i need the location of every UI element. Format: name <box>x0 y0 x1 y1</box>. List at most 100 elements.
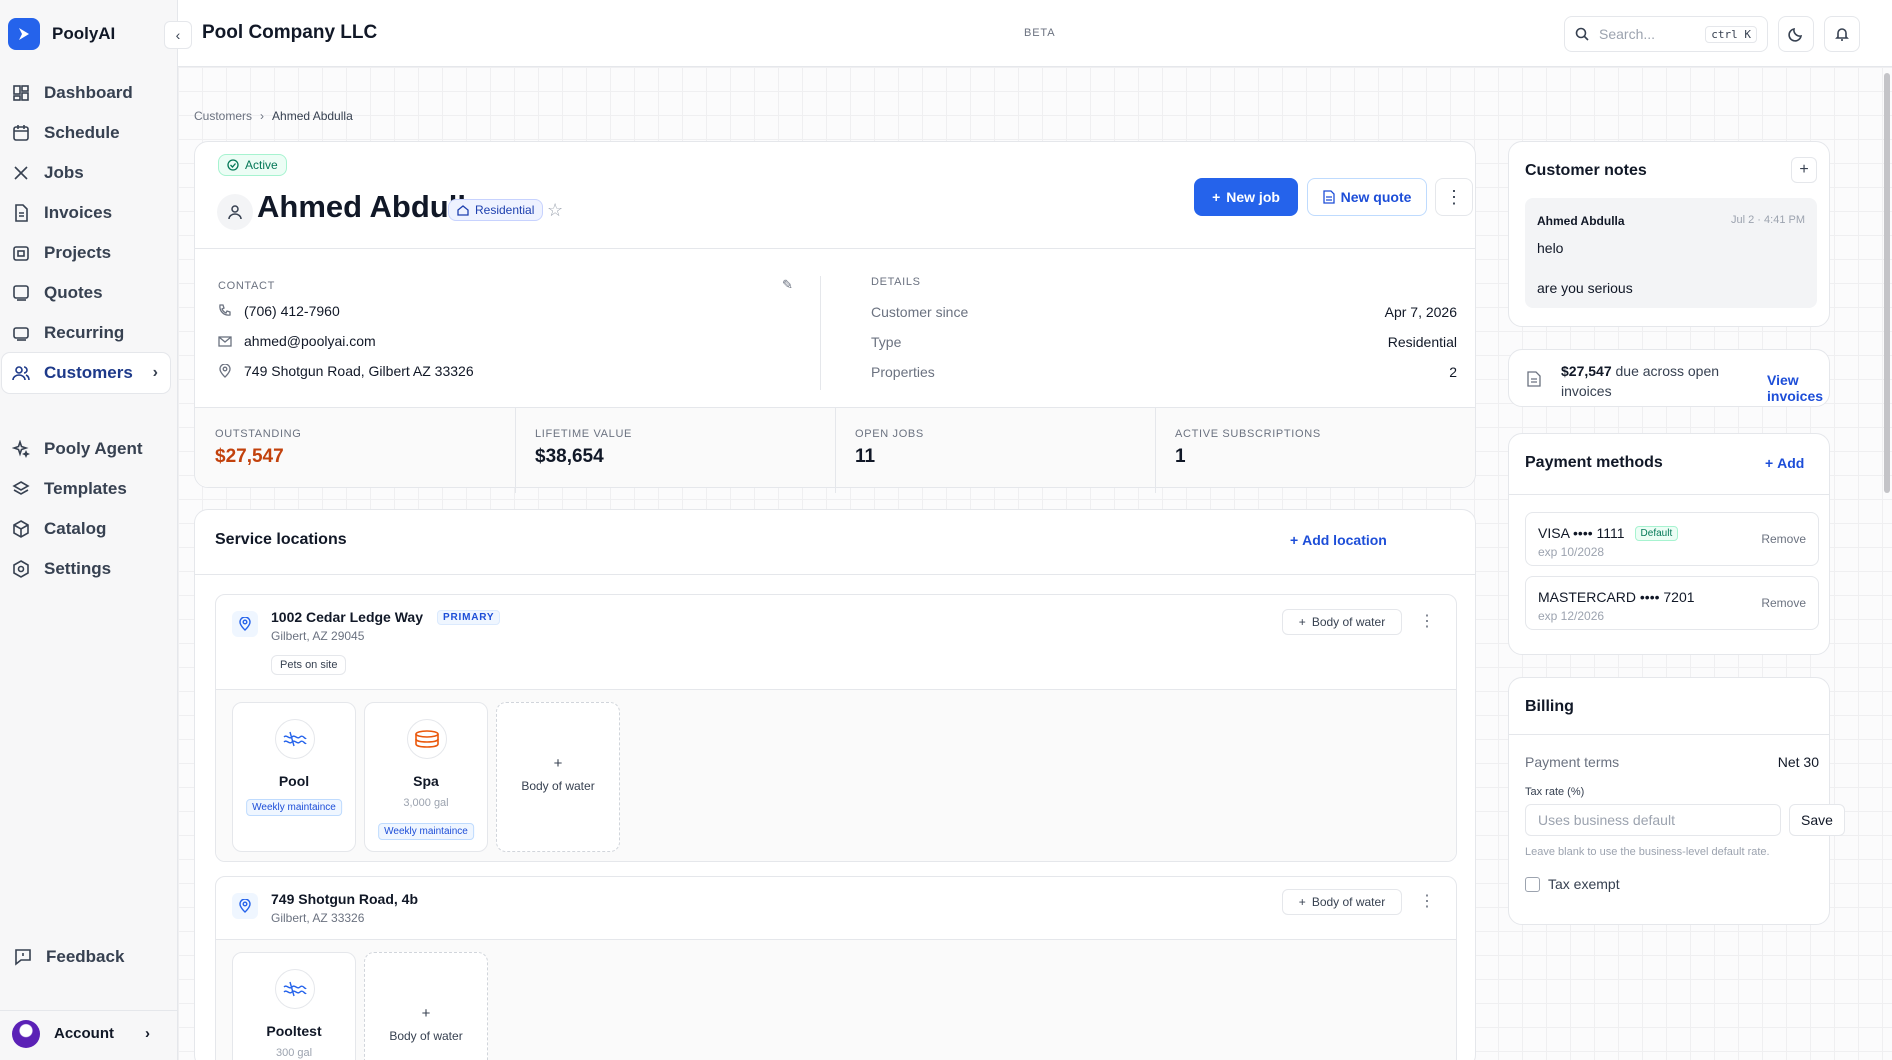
top-bar: ‹ Pool Company LLC BETA Search... ctrl K <box>164 0 1892 67</box>
add-payment-method-button[interactable]: + Add <box>1765 455 1804 471</box>
sidebar-item-label: Catalog <box>44 519 107 538</box>
payment-terms-value[interactable]: Net 30 <box>1778 754 1819 770</box>
sidebar-item-customers[interactable]: Customers › <box>2 353 170 393</box>
phone-value[interactable]: (706) 412-7960 <box>244 303 340 319</box>
edit-contact-icon[interactable]: ✎ <box>782 277 793 293</box>
spa-icon <box>407 719 447 759</box>
account-menu[interactable]: Account › <box>0 1010 178 1050</box>
view-invoices-link[interactable]: View invoices <box>1767 372 1829 404</box>
quotes-icon <box>13 285 29 301</box>
add-water-label: Body of water <box>521 779 595 793</box>
water-card-pooltest[interactable]: Pooltest 300 gal <box>232 952 356 1060</box>
breadcrumb: Customers › Ahmed Abdulla <box>194 109 353 123</box>
add-body-of-water-button[interactable]: + Body of water <box>1282 609 1402 635</box>
stat-label: LIFETIME VALUE <box>535 428 633 440</box>
remove-card-button[interactable]: Remove <box>1761 532 1806 546</box>
tax-exempt-checkbox[interactable]: Tax exempt <box>1525 876 1620 892</box>
stat-active-subscriptions: ACTIVE SUBSCRIPTIONS 1 <box>1155 408 1476 493</box>
more-vertical-icon[interactable]: ⋮ <box>1419 891 1435 911</box>
payment-methods-card: Payment methods + Add VISA •••• 1111 Defa… <box>1508 433 1830 655</box>
sidebar-item-quotes[interactable]: Quotes <box>2 273 170 313</box>
pool-icon <box>275 719 315 759</box>
sidebar-item-catalog[interactable]: Catalog <box>2 509 170 549</box>
new-quote-button[interactable]: New quote <box>1307 178 1427 216</box>
calendar-icon <box>13 125 29 141</box>
sidebar-item-feedback[interactable]: Feedback <box>4 937 124 977</box>
new-quote-label: New quote <box>1340 189 1412 205</box>
water-list: Pool Weekly maintaince Spa 3,000 gal Wee… <box>216 690 1456 861</box>
location-card: 1002 Cedar Ledge Way PRIMARY Gilbert, AZ… <box>215 594 1457 862</box>
stat-lifetime-value: LIFETIME VALUE $38,654 <box>515 408 836 493</box>
favorite-star-icon[interactable]: ☆ <box>547 200 563 221</box>
save-tax-button[interactable]: Save <box>1789 804 1845 836</box>
breadcrumb-parent[interactable]: Customers <box>194 109 252 123</box>
detail-properties: Properties 2 <box>871 364 1457 380</box>
sidebar-item-settings[interactable]: Settings <box>2 549 170 589</box>
sidebar-item-label: Dashboard <box>44 83 133 102</box>
water-card-spa[interactable]: Spa 3,000 gal Weekly maintaince <box>364 702 488 852</box>
customer-type-badge: Residential <box>448 199 544 221</box>
water-card-pool[interactable]: Pool Weekly maintaince <box>232 702 356 852</box>
sidebar-item-label: Settings <box>44 559 112 578</box>
add-location-button[interactable]: + Add location <box>1290 532 1387 548</box>
plus-icon: + <box>421 1005 431 1022</box>
feedback-icon <box>15 949 31 966</box>
sidebar-item-projects[interactable]: Projects <box>2 233 170 273</box>
more-actions-button[interactable]: ⋮ <box>1435 178 1473 216</box>
location-card: 749 Shotgun Road, 4b Gilbert, AZ 33326 +… <box>215 876 1457 1060</box>
collapse-sidebar-button[interactable]: ‹ <box>164 21 192 49</box>
search-input[interactable]: Search... ctrl K <box>1564 16 1768 52</box>
card-expiry: exp 12/2026 <box>1538 609 1605 623</box>
email-value[interactable]: ahmed@poolyai.com <box>244 333 376 349</box>
search-shortcut: ctrl K <box>1705 25 1757 43</box>
sidebar-item-jobs[interactable]: Jobs <box>2 153 170 193</box>
invoice-icon <box>15 204 28 222</box>
add-body-of-water-button[interactable]: + Body of water <box>1282 889 1402 915</box>
water-name: Pooltest <box>266 1023 322 1039</box>
detail-customer-since: Customer since Apr 7, 2026 <box>871 304 1457 320</box>
stat-value: $38,654 <box>535 446 604 467</box>
sidebar-nav: Dashboard Schedule Jobs Invoices Project… <box>0 73 178 589</box>
location-address: 1002 Cedar Ledge Way <box>271 609 423 625</box>
add-body-of-water-tile[interactable]: + Body of water <box>496 702 620 852</box>
add-body-of-water-tile[interactable]: + Body of water <box>364 952 488 1060</box>
payment-terms-row: Payment terms Net 30 <box>1525 754 1819 770</box>
sidebar-item-templates[interactable]: Templates <box>2 469 170 509</box>
sidebar-item-pooly-agent[interactable]: Pooly Agent <box>2 429 170 469</box>
brand[interactable]: PoolyAI <box>8 18 115 50</box>
note-author: Ahmed Abdulla <box>1537 214 1625 228</box>
tax-rate-label: Tax rate (%) <box>1525 786 1585 798</box>
new-job-button[interactable]: + New job <box>1194 178 1298 216</box>
divider <box>820 276 821 390</box>
primary-badge: PRIMARY <box>437 610 501 625</box>
sidebar-item-invoices[interactable]: Invoices <box>2 193 170 233</box>
sidebar-item-schedule[interactable]: Schedule <box>2 113 170 153</box>
phone-icon <box>219 304 231 316</box>
payment-card-mastercard: MASTERCARD •••• 7201 exp 12/2026 Remove <box>1525 576 1819 630</box>
theme-toggle-button[interactable] <box>1778 16 1814 52</box>
water-name: Pool <box>278 773 310 789</box>
remove-card-button[interactable]: Remove <box>1761 596 1806 610</box>
tax-rate-input[interactable]: Uses business default <box>1525 804 1781 836</box>
sidebar-item-dashboard[interactable]: Dashboard <box>2 73 170 113</box>
sidebar-item-recurring[interactable]: Recurring <box>2 313 170 353</box>
sidebar-item-label: Schedule <box>44 123 120 142</box>
note-date: Jul 2 · 4:41 PM <box>1731 214 1805 226</box>
map-pin-icon <box>232 893 258 919</box>
checkbox[interactable] <box>1525 876 1540 892</box>
tax-exempt-label: Tax exempt <box>1548 876 1620 892</box>
add-note-button[interactable]: + <box>1791 157 1817 183</box>
payment-card-visa: VISA •••• 1111 Default exp 10/2028 Remove <box>1525 512 1819 566</box>
add-location-label: Add location <box>1302 532 1387 548</box>
sidebar-item-label: Quotes <box>44 283 103 302</box>
chevron-left-icon: ‹ <box>175 27 181 43</box>
divider <box>195 248 1475 249</box>
notifications-button[interactable] <box>1824 16 1860 52</box>
plus-icon: + <box>1290 532 1303 548</box>
location-address: 749 Shotgun Road, 4b <box>271 891 419 907</box>
chevron-right-icon: › <box>152 364 158 381</box>
more-vertical-icon[interactable]: ⋮ <box>1419 611 1435 631</box>
scrollbar[interactable] <box>1884 73 1890 493</box>
sidebar-item-label: Projects <box>44 243 112 262</box>
billing-title: Billing <box>1525 698 1574 715</box>
